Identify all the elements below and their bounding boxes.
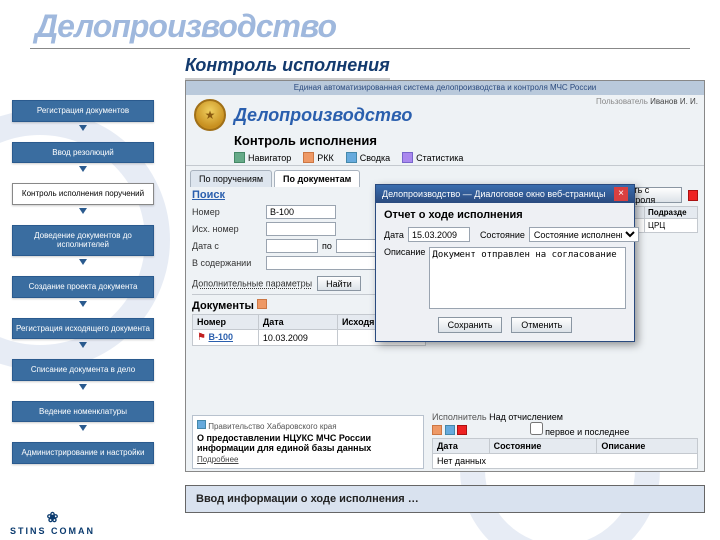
dialog-titlebar[interactable]: Делопроизводство — Диалоговое окно веб-с… bbox=[376, 185, 634, 203]
app-title: Делопроизводство bbox=[234, 105, 412, 126]
app-toolbar: Навигатор РКК Сводка Статистика bbox=[186, 150, 704, 166]
col-hdesc[interactable]: Описание bbox=[597, 439, 698, 454]
building-icon bbox=[197, 420, 206, 429]
user-name: Иванов И. И. bbox=[650, 97, 698, 106]
tool3-icon[interactable] bbox=[457, 425, 467, 435]
tool2-icon[interactable] bbox=[445, 425, 455, 435]
user-bar: Пользователь Иванов И. И. bbox=[596, 97, 698, 106]
dialog-date-input[interactable] bbox=[408, 227, 470, 242]
toolbar-summary[interactable]: Сводка bbox=[346, 152, 390, 163]
sidebar-item-resolutions[interactable]: Ввод резолюций bbox=[12, 142, 154, 164]
sidebar-item-draft[interactable]: Создание проекта документа bbox=[12, 276, 154, 298]
outnum-label: Исх. номер bbox=[192, 224, 262, 234]
delete-icon[interactable] bbox=[688, 190, 698, 201]
datefrom-label: Дата с bbox=[192, 241, 262, 251]
dialog-date-label: Дата bbox=[384, 230, 404, 240]
history-table-wrap: ДатаСостояниеОписание Нет данных bbox=[432, 438, 698, 469]
sidebar-item-nomenclature[interactable]: Ведение номенклатуры bbox=[12, 401, 154, 423]
folder-icon bbox=[257, 299, 267, 309]
find-button[interactable]: Найти bbox=[317, 276, 361, 291]
number-input[interactable] bbox=[266, 205, 336, 219]
first-last-check[interactable]: первое и последнее bbox=[530, 427, 630, 437]
user-label: Пользователь bbox=[596, 97, 648, 106]
col-date[interactable]: Дата bbox=[258, 315, 337, 330]
doc-link[interactable]: В-100 bbox=[208, 332, 233, 342]
dialog-state-select[interactable]: Состояние исполнения bbox=[529, 227, 639, 242]
doc-subject: О предоставлении НЦУКС МЧС России информ… bbox=[197, 433, 419, 453]
section-title: Контроль исполнения bbox=[186, 133, 704, 150]
number-label: Номер bbox=[192, 207, 262, 217]
emblem-icon bbox=[194, 99, 226, 131]
footer-caption: Ввод информации о ходе исполнения … bbox=[185, 485, 705, 513]
tab-by-documents[interactable]: По документам bbox=[274, 170, 360, 187]
extra-params-link[interactable]: Дополнительные параметры bbox=[192, 279, 312, 289]
dialog-window: Делопроизводство — Диалоговое окно веб-с… bbox=[375, 184, 635, 342]
executor-value: Над отчислением bbox=[489, 412, 563, 422]
flag-icon: ⚑ bbox=[197, 332, 206, 343]
dialog-state-label: Состояние bbox=[480, 230, 525, 240]
tool-icon[interactable] bbox=[432, 425, 442, 435]
toolbar-stats[interactable]: Статистика bbox=[402, 152, 463, 163]
dateto-label: по bbox=[322, 241, 332, 251]
card-icon bbox=[303, 152, 314, 163]
executor-row: Исполнитель Над отчислением первое и пос… bbox=[432, 412, 698, 437]
toolbar-rkk[interactable]: РКК bbox=[303, 152, 334, 163]
sidebar-item-admin[interactable]: Администрирование и настройки bbox=[12, 442, 154, 464]
save-button[interactable]: Сохранить bbox=[438, 317, 503, 333]
sidebar-item-register-doc[interactable]: Регистрация документов bbox=[12, 100, 154, 122]
close-icon[interactable]: × bbox=[614, 187, 628, 201]
sidebar-item-register-out[interactable]: Регистрация исходящего документа bbox=[12, 318, 154, 340]
table-row: Нет данных bbox=[433, 454, 698, 469]
date-from-input[interactable] bbox=[266, 239, 318, 253]
sidebar-item-archive[interactable]: Списание документа в дело bbox=[12, 359, 154, 381]
sidebar-item-deliver[interactable]: Доведение документов до исполнителей bbox=[12, 225, 154, 256]
chart-icon bbox=[402, 152, 413, 163]
compass-icon bbox=[234, 152, 245, 163]
list-icon bbox=[346, 152, 357, 163]
content-label: В содержании bbox=[192, 258, 262, 268]
brand-logo: ❀STINS COMAN bbox=[10, 509, 95, 536]
dialog-title: Отчет о ходе исполнения bbox=[384, 209, 626, 221]
dialog-desc-label: Описание bbox=[384, 247, 425, 257]
col-hdate[interactable]: Дата bbox=[433, 439, 490, 454]
col-hstate[interactable]: Состояние bbox=[489, 439, 597, 454]
org-name: Правительство Хабаровского края bbox=[197, 420, 419, 431]
executor-label: Исполнитель bbox=[432, 412, 487, 422]
sidebar: Регистрация документов Ввод резолюций Ко… bbox=[12, 100, 154, 482]
cancel-button[interactable]: Отменить bbox=[511, 317, 572, 333]
col-num[interactable]: Номер bbox=[193, 315, 259, 330]
outnum-input[interactable] bbox=[266, 222, 336, 236]
more-link[interactable]: Подробнее bbox=[197, 455, 419, 464]
divider bbox=[30, 48, 690, 49]
page-subtitle: Контроль исполнения bbox=[185, 55, 390, 80]
dialog-titlebar-text: Делопроизводство — Диалоговое окно веб-с… bbox=[382, 185, 605, 203]
dialog-desc-textarea[interactable] bbox=[429, 247, 626, 309]
col-dept[interactable]: Подразде bbox=[645, 207, 698, 219]
tab-by-assignments[interactable]: По поручениям bbox=[190, 170, 272, 187]
sidebar-item-control[interactable]: Контроль исполнения поручений bbox=[12, 183, 154, 205]
history-table: ДатаСостояниеОписание Нет данных bbox=[432, 438, 698, 469]
page-big-title: Делопроизводство bbox=[35, 8, 336, 45]
toolbar-navigator[interactable]: Навигатор bbox=[234, 152, 291, 163]
system-banner: Единая автоматизированная система делопр… bbox=[186, 81, 704, 95]
doc-summary: Правительство Хабаровского края О предос… bbox=[192, 415, 424, 469]
